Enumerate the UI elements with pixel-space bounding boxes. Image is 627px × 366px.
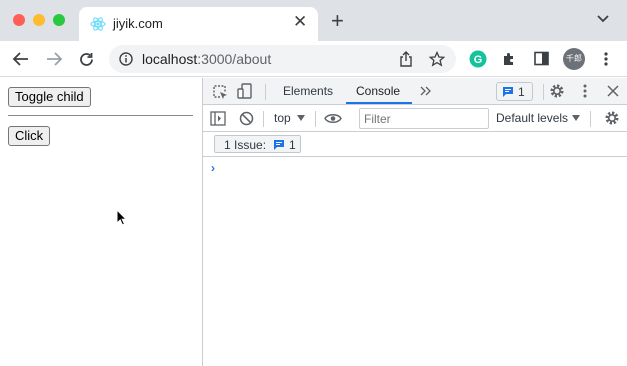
click-button[interactable]: Click: [8, 126, 51, 146]
levels-dropdown-icon[interactable]: [572, 115, 580, 121]
tab-console[interactable]: Console: [356, 84, 400, 98]
issues-bar: 1 Issue: 1: [203, 132, 627, 157]
svg-text:G: G: [474, 54, 483, 66]
back-icon[interactable]: [12, 51, 30, 67]
grammarly-icon[interactable]: G: [469, 50, 487, 68]
console-toolbar: top Default levels: [203, 105, 627, 132]
bookmark-star-icon[interactable]: [429, 51, 445, 67]
clear-console-icon[interactable]: [239, 111, 254, 126]
settings-gear-icon[interactable]: [549, 83, 565, 99]
divider: [8, 115, 193, 116]
react-icon: [90, 17, 106, 31]
separator: [263, 111, 264, 127]
sidebar-toggle-icon[interactable]: [210, 111, 226, 126]
toggle-child-button[interactable]: Toggle child: [8, 87, 91, 107]
close-devtools-icon[interactable]: [607, 85, 619, 97]
inspect-element-icon[interactable]: [212, 84, 228, 100]
console-settings-gear-icon[interactable]: [604, 110, 620, 126]
default-levels-select[interactable]: Default levels: [496, 111, 568, 125]
issues-count-text: 1: [518, 85, 525, 99]
context-dropdown-icon[interactable]: [297, 115, 305, 121]
console-filter-input[interactable]: [359, 108, 489, 129]
active-tab-indicator: [346, 102, 412, 104]
separator: [590, 111, 591, 127]
tab-title: jiyik.com: [113, 16, 163, 31]
issues-pill-count: 1: [289, 138, 296, 152]
share-icon[interactable]: [399, 51, 413, 67]
extensions-puzzle-icon[interactable]: [501, 51, 517, 67]
separator: [543, 84, 544, 100]
browser-titlebar: jiyik.com ✕ +: [0, 0, 627, 41]
address-bar[interactable]: localhost:3000/about: [109, 45, 456, 73]
reload-icon[interactable]: [78, 51, 95, 68]
minimize-window-button[interactable]: [33, 14, 45, 26]
issues-label: 1 Issue:: [224, 138, 267, 152]
browser-tab[interactable]: jiyik.com ✕: [79, 7, 318, 41]
more-tabs-chevron-icon[interactable]: [420, 86, 432, 96]
url-text: localhost:3000/about: [142, 51, 272, 67]
message-icon: [503, 87, 513, 97]
context-select[interactable]: top: [274, 111, 291, 125]
mouse-cursor-icon: [116, 209, 128, 226]
profile-avatar[interactable]: 千郎: [563, 48, 585, 70]
info-icon[interactable]: [119, 52, 133, 66]
separator: [265, 84, 266, 100]
live-expression-eye-icon[interactable]: [324, 113, 342, 124]
close-window-button[interactable]: [13, 14, 25, 26]
devtools-menu-icon[interactable]: [582, 83, 588, 99]
browser-toolbar: localhost:3000/about G 千郎: [0, 41, 627, 77]
separator: [315, 111, 316, 127]
devtools-panel: Elements Console 1 top Filter Default le…: [202, 78, 627, 366]
message-icon: [274, 140, 284, 150]
close-tab-icon[interactable]: ✕: [293, 12, 307, 32]
issues-button[interactable]: 1 Issue: 1: [214, 135, 301, 153]
chevron-down-icon[interactable]: [597, 14, 609, 24]
side-panel-icon[interactable]: [534, 51, 549, 66]
devtools-tabbar: Elements Console 1: [203, 78, 627, 105]
device-toolbar-icon[interactable]: [237, 83, 253, 100]
new-tab-icon[interactable]: +: [331, 10, 344, 32]
forward-icon[interactable]: [45, 51, 63, 67]
more-vertical-icon[interactable]: [603, 51, 609, 67]
issues-counter-button[interactable]: 1: [496, 82, 533, 101]
console-prompt-icon[interactable]: ›: [211, 161, 215, 175]
page-viewport: Toggle child Click: [0, 78, 202, 366]
tab-elements[interactable]: Elements: [283, 84, 333, 98]
maximize-window-button[interactable]: [53, 14, 65, 26]
